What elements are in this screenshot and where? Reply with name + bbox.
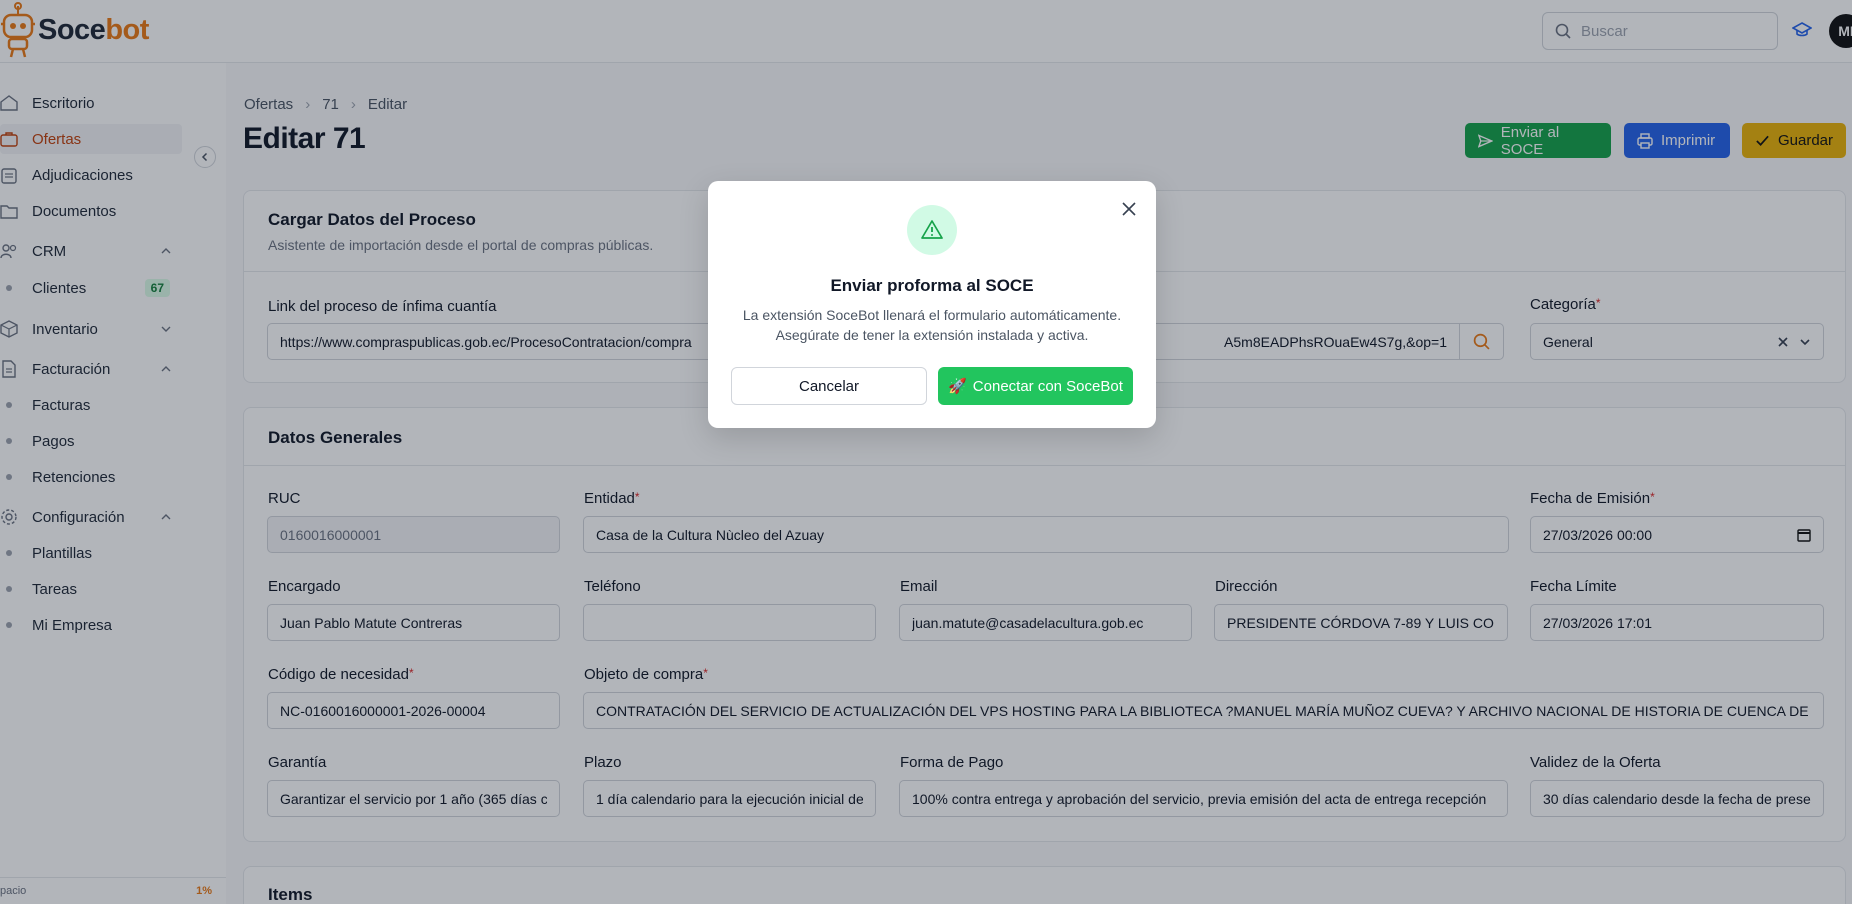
connect-socebot-label: Conectar con SoceBot (972, 377, 1123, 395)
dialog-message-line1: La extensión SoceBot llenará el formular… (742, 307, 1122, 323)
connect-socebot-button[interactable]: 🚀 Conectar con SoceBot (938, 367, 1133, 405)
dialog-message: La extensión SoceBot llenará el formular… (708, 305, 1156, 345)
close-button[interactable] (1118, 198, 1140, 220)
send-proforma-dialog: Enviar proforma al SOCE La extensión Soc… (708, 181, 1156, 428)
cancel-button[interactable]: Cancelar (731, 367, 927, 405)
warning-badge (907, 205, 957, 255)
dialog-title: Enviar proforma al SOCE (830, 276, 1034, 295)
warning-icon (921, 220, 943, 239)
close-icon (1122, 202, 1136, 216)
modal-backdrop[interactable] (0, 0, 1852, 904)
rocket-icon: 🚀 (948, 378, 967, 395)
dialog-message-line2: Asegúrate de tener la extensión instalad… (775, 327, 1089, 343)
